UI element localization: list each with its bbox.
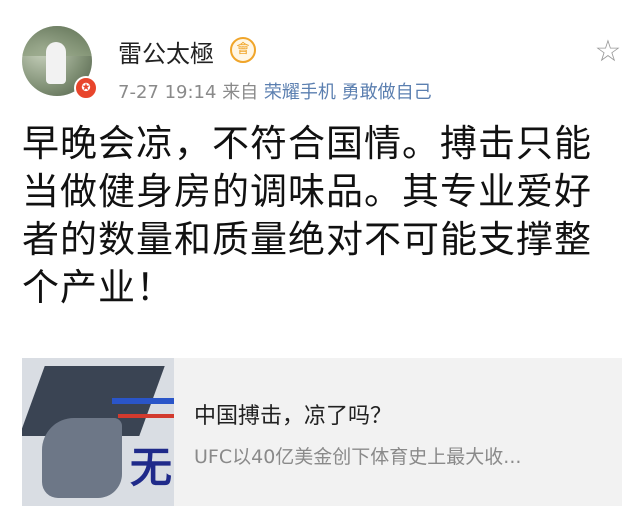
avatar-figure (46, 42, 66, 84)
post-time: 7-27 19:14 (118, 82, 217, 103)
card-subtitle: UFC以40亿美金创下体育史上最大收... (194, 446, 522, 468)
source-prefix: 来自 (222, 82, 259, 103)
star-icon[interactable]: ☆ (592, 36, 624, 68)
thumbnail-stripe (112, 398, 174, 404)
weibo-post: ✪ 雷公太極 會 ☆ 7-27 19:14 来自 荣耀手机 勇敢做自己 早晚会凉… (0, 0, 636, 522)
post-source[interactable]: 荣耀手机 勇敢做自己 (264, 82, 432, 103)
thumbnail-stripe (118, 414, 174, 418)
card-thumbnail: 无 (22, 358, 174, 506)
post-meta: 7-27 19:14 来自 荣耀手机 勇敢做自己 (118, 78, 432, 104)
vip-badge-icon: 會 (230, 37, 256, 63)
thumbnail-figure (42, 418, 122, 498)
thumbnail-text: 无 (130, 443, 173, 492)
card-title[interactable]: 中国搏击，凉了吗？ (194, 398, 392, 430)
verified-badge: ✪ (74, 76, 98, 100)
post-content: 早晚会凉，不符合国情。搏击只能当做健身房的调味品。其专业爱好者的数量和质量绝对不… (22, 122, 592, 309)
link-card[interactable]: 无 中国搏击，凉了吗？ UFC以40亿美金创下体育史上最大收... (22, 358, 622, 506)
author-name[interactable]: 雷公太極 (118, 34, 214, 69)
